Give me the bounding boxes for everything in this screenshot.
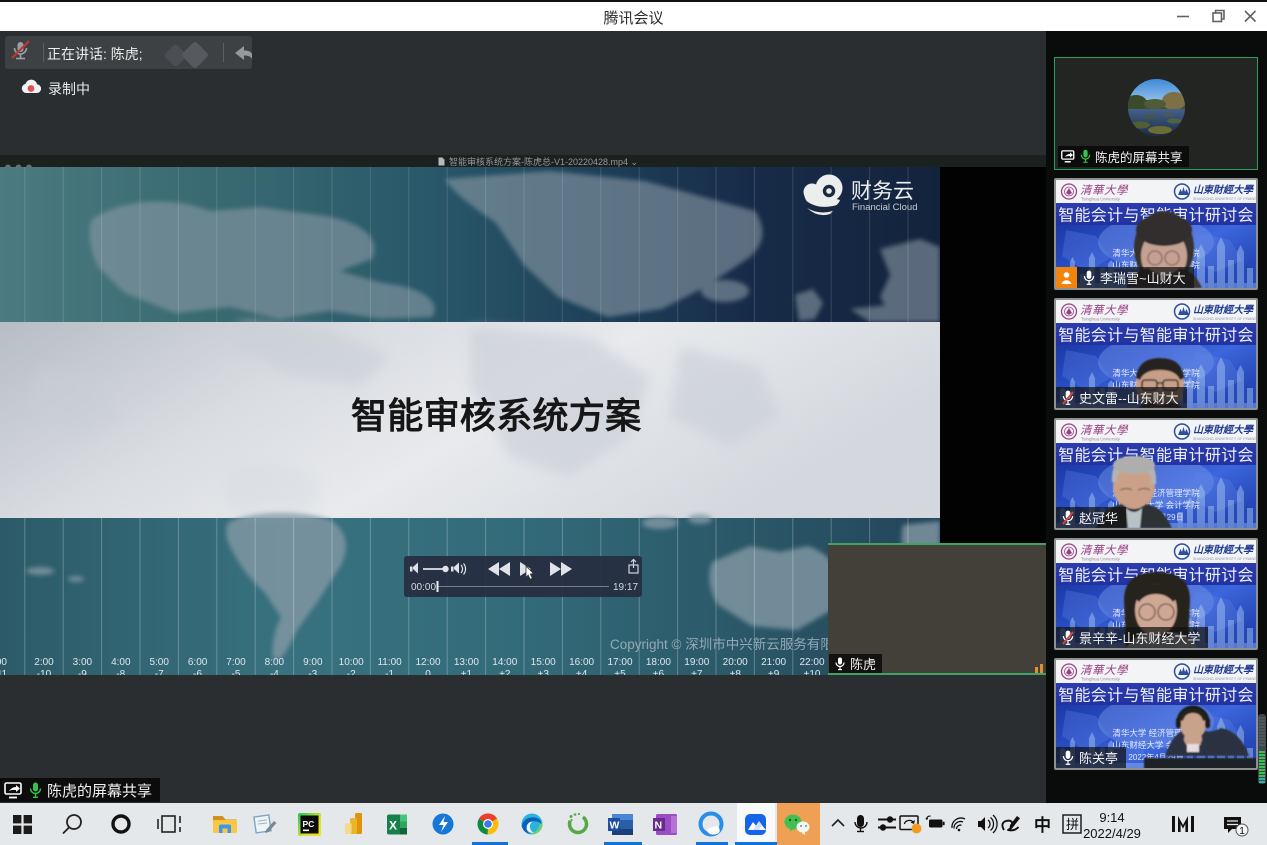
svg-text:SHANDONG UNIVERSITY OF FINANCE: SHANDONG UNIVERSITY OF FINANCE AND ECONO… [1193,197,1256,201]
svg-text:智能会计与智能审计研讨会: 智能会计与智能审计研讨会 [1058,327,1254,345]
svg-text:12:00: 12:00 [415,657,440,668]
svg-text:18:00: 18:00 [646,657,671,668]
svg-text:13:00: 13:00 [454,657,479,668]
svg-text:山東財經大學: 山東財經大學 [1193,184,1255,196]
svg-text:19:00: 19:00 [684,657,709,668]
svg-text:-2: -2 [347,669,356,675]
svg-text:拼: 拼 [1066,817,1079,832]
svg-text:SHANDONG UNIVERSITY OF FINANCE: SHANDONG UNIVERSITY OF FINANCE AND ECONO… [1193,557,1256,561]
svg-text:20:00: 20:00 [723,657,748,668]
svg-text:14:00: 14:00 [492,657,517,668]
svg-text:8:00: 8:00 [265,657,285,668]
svg-text:山東財經大學: 山東財經大學 [1193,304,1255,316]
svg-text:11:00: 11:00 [377,657,402,668]
svg-text:-8: -8 [116,669,125,675]
svg-text:+6: +6 [653,669,665,675]
svg-text:Tsinghua University: Tsinghua University [1081,437,1121,442]
svg-text:清華大學: 清華大學 [1080,664,1129,677]
svg-text:山東財經大學: 山東財經大學 [1193,544,1255,556]
svg-text:19:17: 19:17 [613,582,638,593]
svg-text:3:00: 3:00 [73,657,93,668]
svg-text:+9: +9 [768,669,780,675]
svg-text:+8: +8 [729,669,741,675]
svg-text:清華大學: 清華大學 [1080,424,1129,437]
svg-text:N: N [655,820,663,832]
svg-text:15:00: 15:00 [531,657,556,668]
svg-text:9:14: 9:14 [1099,810,1124,825]
svg-text:4:00: 4:00 [111,657,131,668]
svg-text:10:00: 10:00 [339,657,364,668]
svg-text:-4: -4 [270,669,279,675]
svg-text:+7: +7 [691,669,703,675]
svg-text:17:00: 17:00 [607,657,632,668]
svg-text:SHANDONG UNIVERSITY OF FINANCE: SHANDONG UNIVERSITY OF FINANCE AND ECONO… [1193,317,1256,321]
svg-text:16:00: 16:00 [569,657,594,668]
svg-text:Tsinghua University: Tsinghua University [1081,317,1121,322]
svg-text:中: 中 [1034,815,1051,835]
svg-text:2:00: 2:00 [34,657,54,668]
svg-text:+1: +1 [461,669,473,675]
svg-text:PC: PC [303,819,315,829]
svg-text:清華大學: 清華大學 [1080,184,1129,197]
svg-text:-7: -7 [155,669,164,675]
svg-text:+5: +5 [614,669,626,675]
svg-text:+4: +4 [576,669,588,675]
svg-text:+10: +10 [804,669,821,675]
svg-text:2022/4/29: 2022/4/29 [1083,826,1141,841]
svg-text:SHANDONG UNIVERSITY OF FINANCE: SHANDONG UNIVERSITY OF FINANCE AND ECONO… [1193,437,1256,441]
svg-text:智能会计与智能审计研讨会: 智能会计与智能审计研讨会 [1058,687,1254,705]
svg-text:11: 11 [0,669,8,675]
svg-text:+2: +2 [499,669,511,675]
svg-text:7:00: 7:00 [226,657,246,668]
svg-text:山東財經大學: 山東財經大學 [1193,664,1255,676]
svg-text:山東財經大學: 山東財經大學 [1193,424,1255,436]
svg-text:清華大學: 清華大學 [1080,304,1129,317]
svg-text:-6: -6 [193,669,202,675]
svg-text:X: X [389,819,397,833]
svg-text:-10: -10 [37,669,52,675]
svg-text:智能会计与智能审计研讨会: 智能会计与智能审计研讨会 [1058,447,1254,465]
svg-text:-5: -5 [232,669,241,675]
svg-text:财务云: 财务云 [851,180,914,203]
svg-text:00:00: 00:00 [411,582,436,593]
svg-text:21:00: 21:00 [761,657,786,668]
svg-text:Tsinghua University: Tsinghua University [1081,557,1121,562]
svg-text:6:00: 6:00 [188,657,208,668]
svg-text:-1: -1 [385,669,394,675]
svg-text::00: :00 [0,657,7,668]
svg-text:9:00: 9:00 [303,657,323,668]
svg-text:Financial Cloud: Financial Cloud [852,202,917,213]
svg-text:Copyright © 深圳市中兴新云服务有限公司: Copyright © 深圳市中兴新云服务有限公司 [610,636,861,652]
svg-text:SHANDONG UNIVERSITY OF FINANCE: SHANDONG UNIVERSITY OF FINANCE AND ECONO… [1193,677,1256,681]
svg-text:W: W [610,820,620,832]
svg-text:0: 0 [425,669,431,675]
svg-text:-9: -9 [78,669,87,675]
svg-text:+3: +3 [537,669,549,675]
svg-text:清華大學: 清華大學 [1080,544,1129,557]
svg-text:-3: -3 [308,669,317,675]
svg-text:Tsinghua University: Tsinghua University [1081,197,1121,202]
svg-text:1: 1 [1239,825,1245,837]
svg-text:Tsinghua University: Tsinghua University [1081,677,1121,682]
svg-text:5:00: 5:00 [149,657,169,668]
svg-text:22:00: 22:00 [799,657,824,668]
